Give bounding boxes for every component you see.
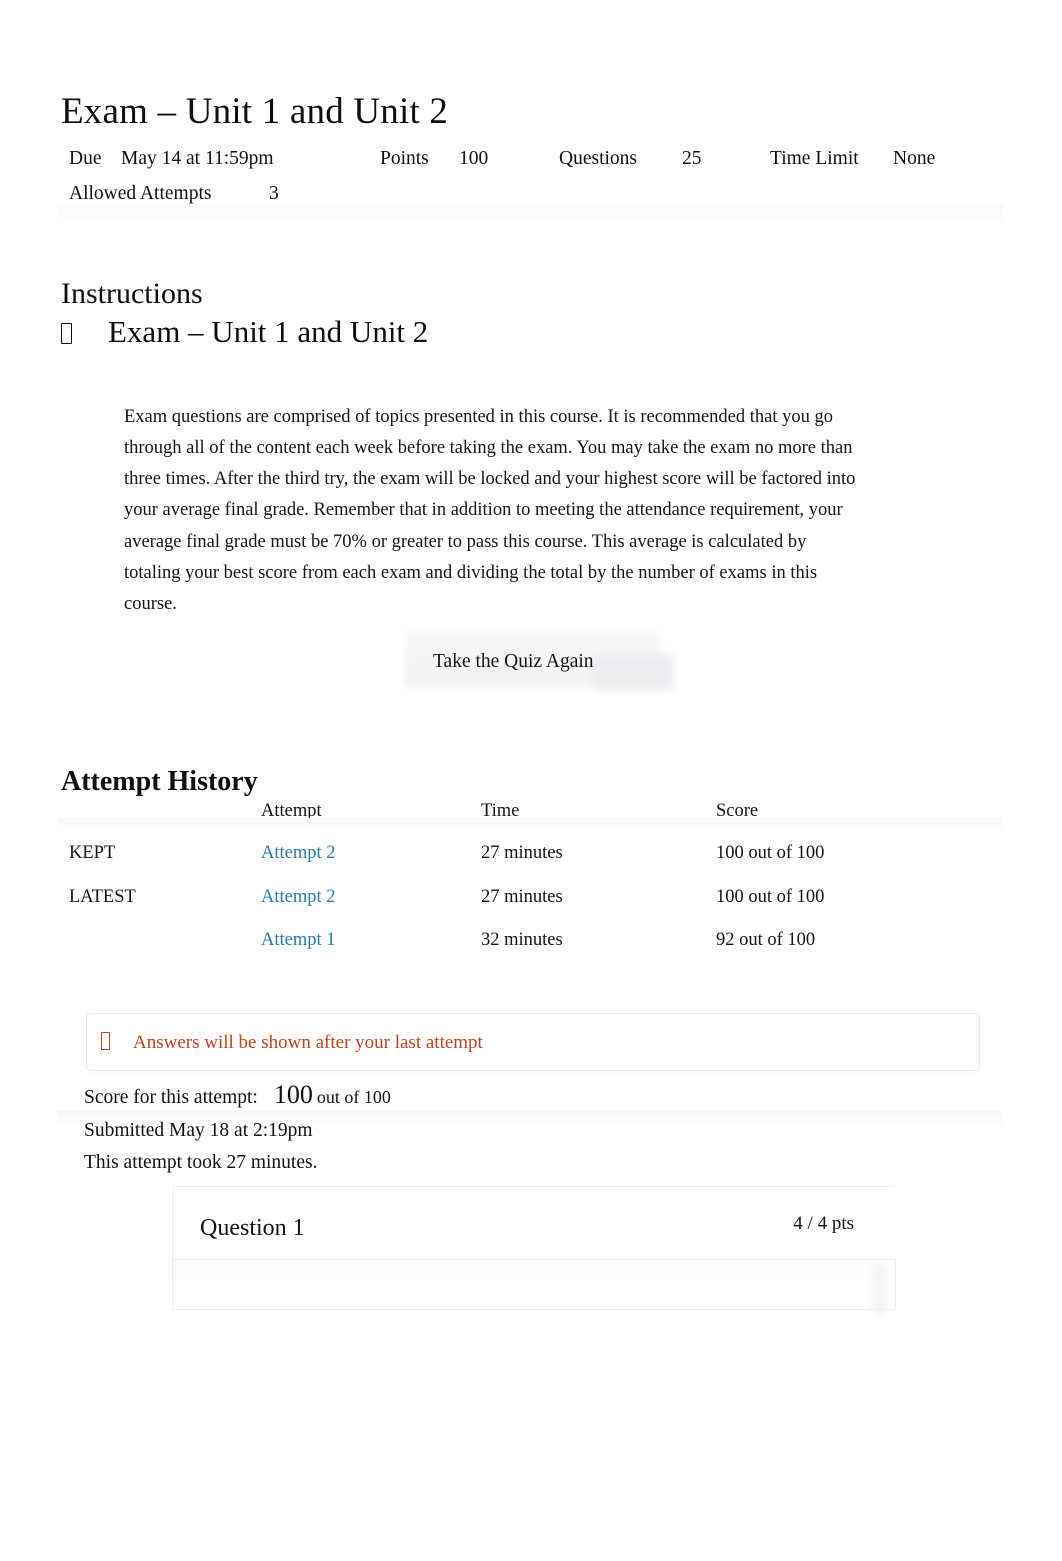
attempt-history-heading: Attempt History xyxy=(61,766,258,798)
page-title: Exam – Unit 1 and Unit 2 xyxy=(61,90,449,132)
attempt-score: 100 out of 100 xyxy=(716,886,825,907)
questions-value: 25 xyxy=(682,148,702,169)
time-limit-label: Time Limit xyxy=(770,148,859,169)
quiz-meta: Due May 14 at 11:59pm Points 100 Questio… xyxy=(61,141,1001,211)
attempt-link-label: Attempt 1 xyxy=(261,930,336,950)
time-limit-value: None xyxy=(893,148,936,169)
attempt-score: 92 out of 100 xyxy=(716,930,816,950)
questions-label: Questions xyxy=(559,148,637,169)
score-out-of: out of 100 xyxy=(316,1087,391,1107)
points-label: Points xyxy=(380,148,429,169)
question-card-header: Question 1 4 / 4 pts xyxy=(173,1187,897,1260)
attempt-summary: Score for this attempt: 100 out of 100 Sub… xyxy=(84,1079,391,1180)
attempt-link[interactable]: Attempt 1 xyxy=(257,927,339,957)
table-header-row: Attempt Time Score xyxy=(57,798,1003,838)
table-row: Attempt 1 32 minutes 92 out of 100 xyxy=(57,925,1003,1127)
quiz-meta-row-1: Due May 14 at 11:59pm Points 100 Questio… xyxy=(61,141,1001,176)
table-row: LATEST Attempt 2 27 minutes 100 out of 1… xyxy=(61,882,1003,926)
question-card-shadow xyxy=(873,1263,887,1315)
take-quiz-again-label: Take the Quiz Again xyxy=(433,651,594,672)
row-divider xyxy=(57,818,1003,834)
score-label: Score for this attempt: xyxy=(84,1087,258,1108)
due-label: Due xyxy=(69,148,102,169)
attempt-status-kept: KEPT xyxy=(69,843,116,863)
meta-divider xyxy=(57,205,1003,223)
points-value: 100 xyxy=(459,148,489,169)
question-points: 4 / 4 pts xyxy=(793,1213,854,1234)
quiz-results-page: Exam – Unit 1 and Unit 2 Due May 14 at 1… xyxy=(0,0,1062,1561)
question-card-body xyxy=(174,1260,874,1282)
table-row: KEPT Attempt 2 27 minutes 100 out of 100 xyxy=(61,838,1003,882)
attempt-time: 32 minutes xyxy=(481,930,563,950)
attempt-status-latest: LATEST xyxy=(69,886,136,907)
due-value: May 14 at 11:59pm xyxy=(121,148,274,169)
attempt-link-label: Attempt 2 xyxy=(261,843,336,863)
attempt-link[interactable]: Attempt 2 xyxy=(257,840,339,870)
button-background-secondary xyxy=(594,654,674,690)
attempt-history-table: Attempt Time Score KEPT Attempt 2 27 min… xyxy=(57,798,1003,1127)
missing-glyph-icon xyxy=(101,1032,110,1050)
instructions-subheading: Exam – Unit 1 and Unit 2 xyxy=(61,311,428,353)
question-card: Question 1 4 / 4 pts xyxy=(172,1186,897,1315)
answers-notice-content: Answers will be shown after your last at… xyxy=(101,1029,483,1057)
instructions-subheading-label: Exam – Unit 1 and Unit 2 xyxy=(108,314,429,349)
attempt-score: 100 out of 100 xyxy=(716,843,825,863)
duration-line: This attempt took 27 minutes. xyxy=(84,1152,318,1173)
attempt-time: 27 minutes xyxy=(481,843,563,863)
missing-glyph-icon xyxy=(61,323,72,344)
attempt-link[interactable]: Attempt 2 xyxy=(257,884,339,914)
attempt-link-label: Attempt 2 xyxy=(261,886,336,907)
instructions-heading: Instructions xyxy=(61,276,203,310)
answers-notice-text: Answers will be shown after your last at… xyxy=(133,1032,483,1053)
question-title: Question 1 xyxy=(200,1215,305,1241)
score-line: Score for this attempt: 100 out of 100 xyxy=(84,1079,391,1115)
instructions-body: Exam questions are comprised of topics p… xyxy=(124,406,856,615)
score-value: 100 xyxy=(273,1080,313,1109)
attempt-time: 27 minutes xyxy=(481,886,563,907)
submitted-line: Submitted May 18 at 2:19pm xyxy=(84,1119,313,1141)
answers-notice: Answers will be shown after your last at… xyxy=(86,1013,980,1071)
take-quiz-again-button[interactable]: Take the Quiz Again xyxy=(404,632,674,692)
